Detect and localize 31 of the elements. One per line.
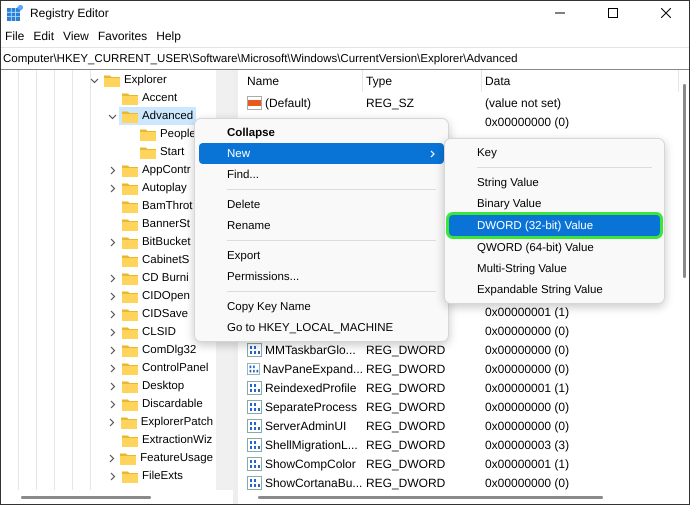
value-name: (Default) [265, 96, 312, 110]
value-name: ServerAdminUI [265, 418, 346, 432]
value-data: 0x00000001 (1) [485, 304, 570, 318]
value-name: MMTaskbarGlo... [265, 342, 356, 356]
value-type: REG_DWORD [366, 456, 446, 470]
value-name: ReindexedProfile [265, 380, 356, 394]
value-name: ShowCortanaBu... [265, 476, 362, 490]
value-name: ShowCompColor [265, 456, 356, 470]
value-data: 0x00000000 (0) [485, 418, 570, 432]
value-name: ShellMigrationL... [265, 438, 358, 452]
value-data: 0x00000000 (0) [485, 476, 570, 490]
value-type: REG_DWORD [366, 418, 446, 432]
value-type: REG_DWORD [366, 438, 446, 452]
value-type: REG_DWORD [366, 362, 446, 376]
value-name: SeparateProcess [265, 400, 358, 414]
value-name: NavPaneExpand... [262, 362, 363, 376]
value-data: 0x00000003 (3) [485, 438, 570, 452]
value-data: 0x00000001 (1) [485, 456, 570, 470]
value-type: REG_DWORD [366, 342, 446, 356]
value-data: 0x00000000 (0) [485, 362, 570, 376]
value-data: 0x00000000 (0) [485, 114, 570, 128]
value-type: REG_DWORD [366, 476, 446, 490]
value-data: 0x00000000 (0) [485, 342, 570, 356]
value-type: REG_DWORD [366, 380, 446, 394]
value-data: 0x00000000 (0) [485, 400, 570, 414]
value-data: 0x00000001 (1) [485, 380, 570, 394]
value-data: (value not set) [485, 96, 562, 110]
value-type: REG_SZ [366, 96, 414, 110]
value-data: 0x00000000 (0) [485, 324, 570, 338]
window-title: Registry Editor [30, 6, 110, 20]
value-type: REG_DWORD [366, 400, 446, 414]
